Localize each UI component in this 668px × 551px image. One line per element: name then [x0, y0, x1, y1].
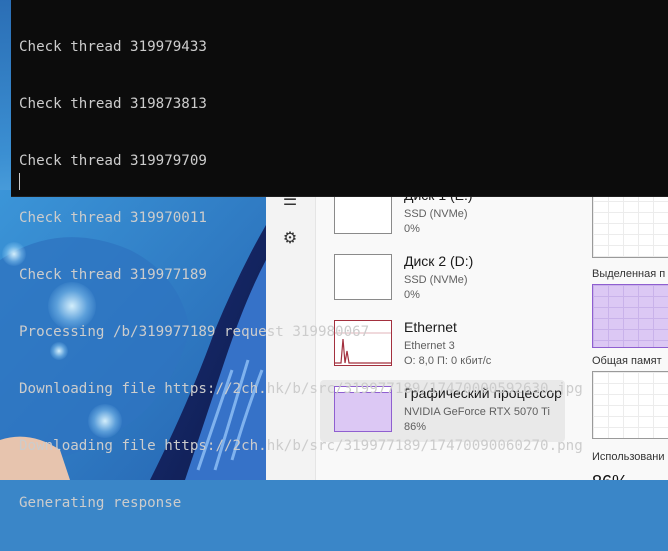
- console-line: Check thread 319979709: [19, 153, 207, 169]
- console-output: Check thread 319979433 Check thread 3198…: [19, 0, 583, 551]
- console-line: Check thread 319970011: [19, 210, 207, 226]
- usage-value: 86%: [592, 472, 628, 480]
- console-window[interactable]: Check thread 319979433 Check thread 3198…: [11, 0, 668, 511]
- console-line: Generating response: [19, 495, 182, 511]
- dedicated-memory-label: Выделенная п: [592, 268, 666, 280]
- console-line: Check thread 319979433: [19, 39, 207, 55]
- gpu-detail-pane: Выделенная п Общая памят Использовани 86…: [580, 190, 668, 480]
- console-line: Check thread 319977189: [19, 267, 207, 283]
- console-line: Downloading file https://2ch.hk/b/src/31…: [19, 381, 583, 397]
- shared-memory-label: Общая памят: [592, 355, 662, 367]
- console-line: Downloading file https://2ch.hk/b/src/31…: [19, 438, 583, 454]
- dedicated-memory-graph: [592, 284, 668, 348]
- shared-memory-graph: [592, 371, 668, 439]
- text-cursor: [19, 173, 20, 190]
- gpu-engine-graph: [592, 190, 668, 258]
- console-line: Processing /b/319977189 request 31998006…: [19, 324, 370, 340]
- usage-label: Использовани: [592, 451, 665, 463]
- console-line: Check thread 319873813: [19, 96, 207, 112]
